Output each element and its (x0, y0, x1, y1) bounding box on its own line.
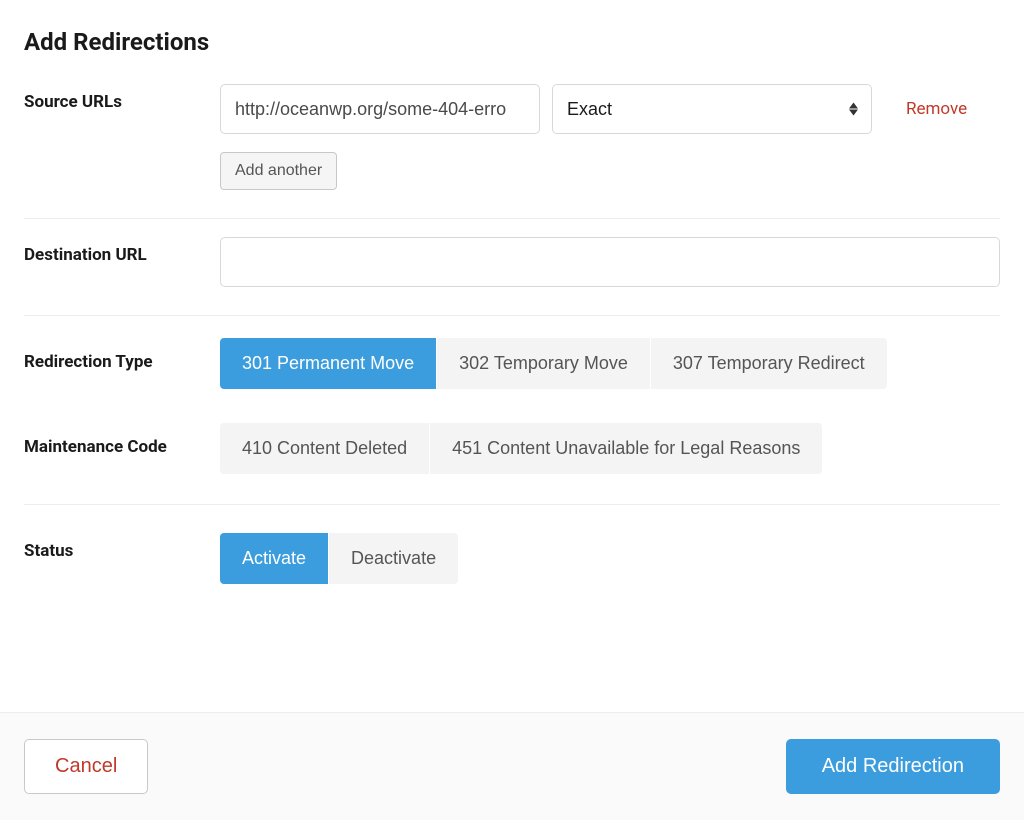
maintenance-code-label: Maintenance Code (24, 423, 220, 457)
remove-source-link[interactable]: Remove (906, 99, 967, 119)
status-deactivate[interactable]: Deactivate (329, 533, 458, 584)
source-url-input[interactable] (220, 84, 540, 134)
cancel-button[interactable]: Cancel (24, 739, 148, 794)
destination-url-input[interactable] (220, 237, 1000, 287)
status-row: Status Activate Deactivate (24, 505, 1000, 612)
footer-bar: Cancel Add Redirection (0, 712, 1024, 820)
destination-url-label: Destination URL (24, 237, 220, 265)
destination-url-row: Destination URL (24, 219, 1000, 316)
source-urls-row: Source URLs Exact Remove Add another (24, 84, 1000, 219)
redirection-type-301[interactable]: 301 Permanent Move (220, 338, 437, 389)
redirection-type-section: Redirection Type 301 Permanent Move 302 … (24, 316, 1000, 505)
maintenance-code-451[interactable]: 451 Content Unavailable for Legal Reason… (430, 423, 822, 474)
add-another-button[interactable]: Add another (220, 152, 337, 190)
redirection-type-307[interactable]: 307 Temporary Redirect (651, 338, 887, 389)
redirection-type-302[interactable]: 302 Temporary Move (437, 338, 651, 389)
match-type-select[interactable]: Exact (552, 84, 872, 134)
status-activate[interactable]: Activate (220, 533, 329, 584)
page-title: Add Redirections (24, 28, 1000, 56)
maintenance-code-410[interactable]: 410 Content Deleted (220, 423, 430, 474)
redirection-type-label: Redirection Type (24, 338, 220, 372)
add-redirection-button[interactable]: Add Redirection (786, 739, 1000, 794)
source-urls-label: Source URLs (24, 84, 220, 112)
status-label: Status (24, 533, 220, 561)
